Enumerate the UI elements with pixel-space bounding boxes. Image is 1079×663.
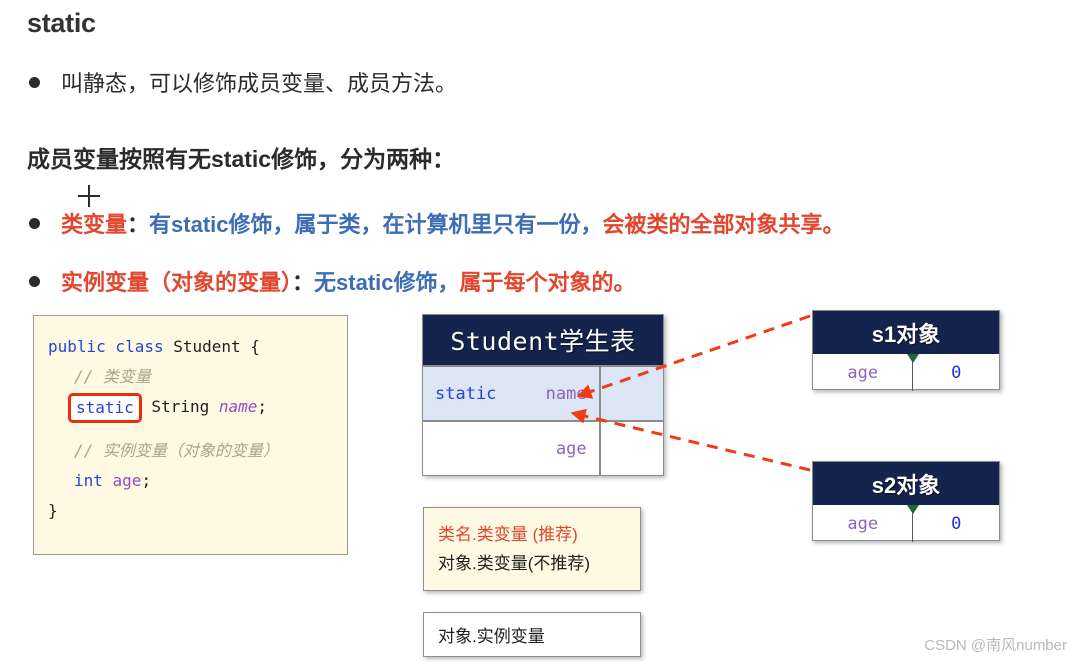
code-semicolon-2: ;	[141, 471, 152, 490]
csdn-watermark: CSDN @南风number	[924, 637, 1067, 654]
name-field-label: name	[545, 383, 587, 404]
green-triangle-marker-icon	[907, 354, 920, 363]
section-heading: 成员变量按照有无static修饰，分为两种：	[27, 146, 456, 172]
student-class-table: Student学生表 static name age	[422, 314, 664, 476]
object-s2-header: s2对象	[813, 462, 999, 505]
crosshair-cursor-icon	[78, 185, 100, 207]
table-row: age	[423, 420, 663, 475]
note-class-variable-access: 类名.类变量 (推荐) 对象.类变量(不推荐)	[423, 507, 641, 591]
code-line-class-decl: public class Student {	[48, 332, 347, 362]
bullet-intro: 叫静态，可以修饰成员变量、成员方法。	[29, 66, 457, 98]
age-field-label: age	[555, 438, 587, 459]
bullet-instance-variable-text: 实例变量（对象的变量）：无static修饰，属于每个对象的。	[61, 265, 636, 297]
object-s1-row: age 0	[813, 354, 999, 391]
note-instance-access-text: 对象.实例变量	[438, 627, 545, 646]
class-variable-desc-blue: 有static修饰，属于类，在计算机里只有一份，	[149, 212, 603, 237]
code-class-name: Student {	[163, 337, 260, 356]
static-keyword-highlight: static	[68, 393, 142, 423]
static-value-cell	[601, 367, 663, 420]
green-triangle-marker-icon	[907, 505, 920, 514]
class-variable-label: 类变量	[61, 212, 128, 237]
code-line-static-field: static String name;	[48, 392, 347, 423]
instance-variable-label: 实例变量（对象的变量）	[61, 270, 293, 295]
static-field-cell: static name	[423, 367, 601, 420]
code-line-close-brace: }	[48, 496, 347, 526]
object-s1-header: s1对象	[813, 311, 999, 354]
object-s2-row: age 0	[813, 505, 999, 542]
object-s1-field: age	[813, 354, 914, 391]
age-value-cell	[601, 422, 663, 475]
note-not-recommended-access: 对象.类变量(不推荐)	[438, 554, 591, 573]
bullet-class-variable-text: 类变量：有static修饰，属于类，在计算机里只有一份，会被类的全部对象共享。	[61, 207, 845, 239]
code-semicolon-1: ;	[257, 397, 268, 416]
code-snippet-panel: public class Student { // 类变量 static Str…	[33, 315, 348, 555]
code-close-brace: }	[48, 501, 58, 520]
bullet-dot-icon	[29, 77, 40, 88]
object-box-s1: s1对象 age 0	[812, 310, 1000, 391]
note-recommended-access: 类名.类变量 (推荐)	[438, 525, 578, 544]
code-line-comment-instance-var: // 实例变量（对象的变量）	[48, 436, 347, 466]
bullet-class-variable: 类变量：有static修饰，属于类，在计算机里只有一份，会被类的全部对象共享。	[29, 207, 845, 239]
object-box-s2: s2对象 age 0	[812, 461, 1000, 542]
age-field-cell: age	[423, 422, 601, 475]
code-comment-1: // 类变量	[74, 367, 151, 386]
class-variable-colon: ：	[127, 212, 150, 237]
object-s2-field: age	[813, 505, 914, 542]
code-keyword-int: int	[74, 471, 103, 490]
bullet-dot-icon	[29, 276, 40, 287]
code-var-name: name	[218, 397, 258, 416]
bullet-dot-icon	[29, 218, 40, 229]
bullet-instance-variable: 实例变量（对象的变量）：无static修饰，属于每个对象的。	[29, 265, 636, 297]
static-modifier-label: static	[435, 383, 497, 404]
instance-variable-desc-red: 属于每个对象的。	[459, 270, 636, 295]
code-comment-2: // 实例变量（对象的变量）	[74, 441, 279, 460]
code-var-age: age	[102, 471, 142, 490]
code-type-string: String	[141, 397, 219, 416]
code-keyword-public-class: public class	[48, 337, 164, 356]
bullet-intro-text: 叫静态，可以修饰成员变量、成员方法。	[61, 71, 458, 96]
note-instance-variable-access: 对象.实例变量	[423, 612, 641, 657]
instance-variable-desc-blue: 无static修饰，	[314, 270, 460, 295]
instance-variable-colon: ：	[292, 270, 315, 295]
table-row: static name	[423, 365, 663, 420]
student-table-header: Student学生表	[423, 315, 663, 365]
class-variable-desc-red: 会被类的全部对象共享。	[602, 212, 845, 237]
object-s1-value: 0	[951, 362, 962, 383]
object-s2-value: 0	[951, 513, 962, 534]
page-title: static	[27, 8, 96, 38]
code-line-comment-class-var: // 类变量	[48, 362, 347, 392]
code-line-int-age: int age;	[48, 466, 347, 496]
